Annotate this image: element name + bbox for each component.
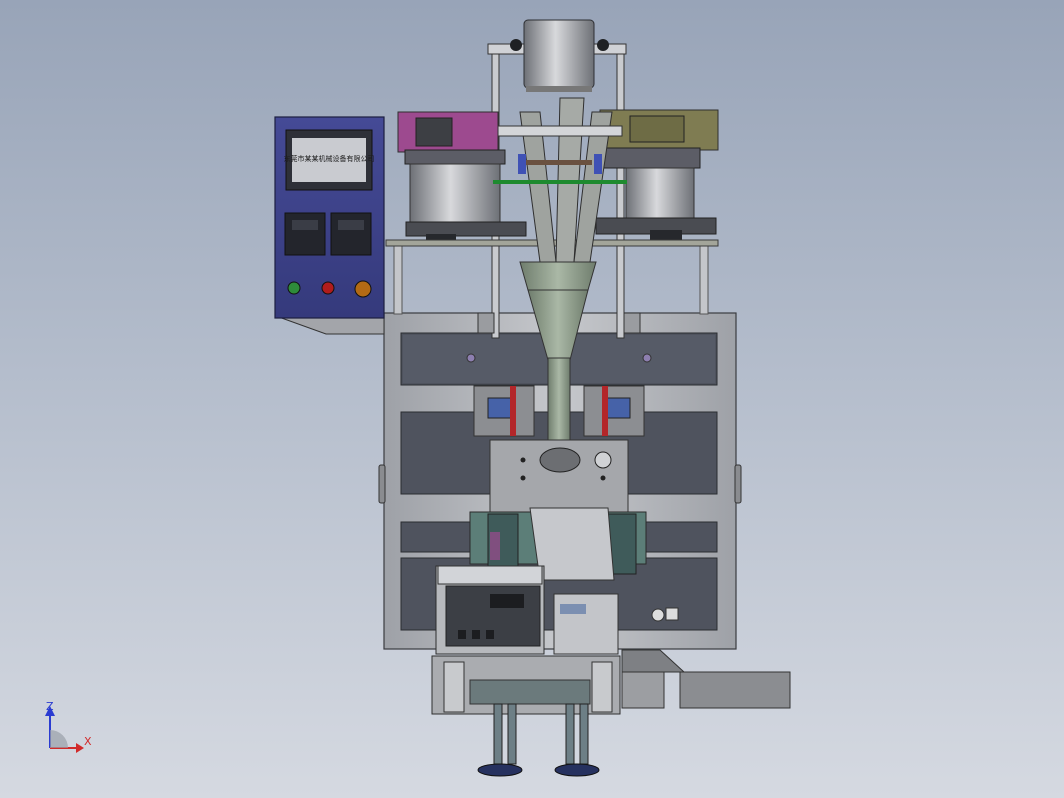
axis-triad: Z X [45, 700, 92, 753]
control-cabinet: 东莞市某某机械设备有限公司 [274, 116, 385, 335]
discharge-conveyor [621, 649, 791, 709]
temp-controller-left[interactable] [284, 212, 326, 256]
guide-bar [493, 180, 627, 184]
machine-drawing: 东莞市某某机械设备有限公司 Z X [45, 19, 791, 777]
temp-controller-right[interactable] [330, 212, 372, 256]
start-button[interactable] [287, 281, 301, 295]
film-roll [487, 19, 627, 92]
aux-button[interactable] [354, 280, 372, 298]
base-stand [431, 655, 621, 777]
z-axis-label: Z [46, 700, 54, 713]
feed-chutes [493, 97, 627, 263]
x-axis-label: X [84, 735, 92, 748]
stop-button[interactable] [321, 281, 335, 295]
hmi-screen-text: 东莞市某某机械设备有限公司 [284, 154, 375, 163]
